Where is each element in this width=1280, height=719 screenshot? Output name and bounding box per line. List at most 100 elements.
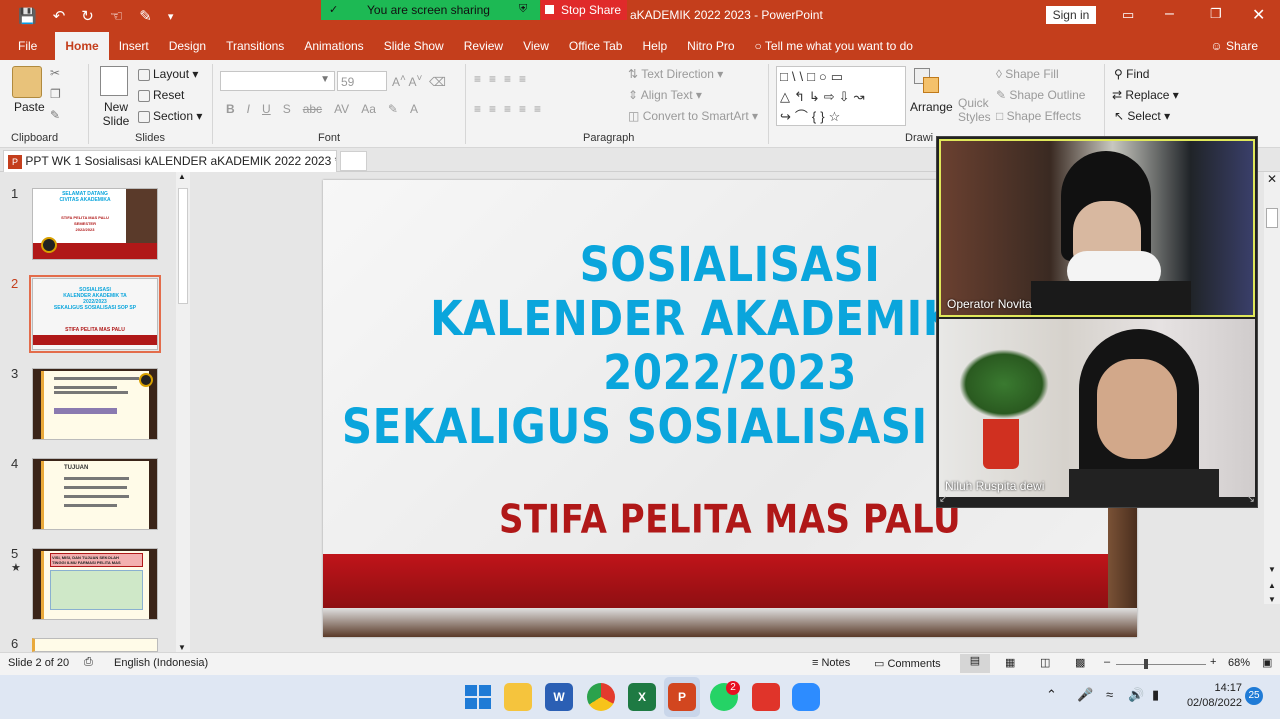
touch-icon[interactable]: ☜ [110,7,123,25]
pdf-app-icon[interactable] [752,683,780,711]
shape-effects-button[interactable]: □ Shape Effects [996,109,1081,123]
section-button[interactable]: Section ▾ [138,109,202,123]
underline-button[interactable]: U [262,102,271,116]
slide-thumbnail-1[interactable]: SELAMAT DATANG CIVITAS AKADEMIKA STIFA PE… [32,188,158,260]
maximize-icon[interactable]: ❐ [1210,6,1222,22]
font-size-input[interactable]: 59 [337,71,387,91]
tab-nitro-pro[interactable]: Nitro Pro [677,32,744,60]
slide-thumbnail-4[interactable]: TUJUAN [32,458,158,530]
change-case-button[interactable]: Aa [361,102,376,116]
slide-scrollbar[interactable]: ✕ ▼ ▲ ▼ [1264,172,1280,604]
shapes-gallery[interactable]: □\\□○▭ △↰↳⇨⇩↝ ↪⌒{}☆ [776,66,906,126]
font-name-input[interactable]: ▼ [220,71,335,91]
new-tab-button[interactable] [340,151,367,171]
start-icon[interactable] [463,683,491,711]
slide-thumbnail-6[interactable] [32,638,158,652]
zoom-out-icon[interactable]: – [1104,656,1110,668]
shape-outline-button[interactable]: ✎ Shape Outline [996,88,1085,102]
stop-share-button[interactable]: Stop Share [541,0,627,20]
find-button[interactable]: ⚲ Find [1114,67,1149,81]
ribbon-display-icon[interactable]: ▭ [1122,7,1134,23]
spacing-button[interactable]: AV [334,102,349,116]
bold-button[interactable]: B [226,102,235,116]
scroll-down-icon[interactable]: ▼ [1268,565,1276,574]
word-icon[interactable]: W [545,683,573,711]
shape-fill-button[interactable]: ◊ Shape Fill [996,67,1059,81]
quick-styles-button[interactable]: Quick Styles [958,96,991,124]
shadow-button[interactable]: S [283,102,291,116]
share-button[interactable]: ☺ Share [1200,32,1280,60]
align-text-button[interactable]: ⇕ Align Text ▾ [628,88,702,102]
minimize-icon[interactable]: – [1165,5,1174,23]
accessibility-icon[interactable]: ⎙ [84,656,93,669]
document-tab[interactable]: P PPT WK 1 Sosialisasi kALENDER aKADEMIK… [3,150,337,172]
thumbnail-scrollbar[interactable]: ▲ ▼ [176,172,190,652]
format-painter-icon[interactable]: ✎ [50,108,60,122]
new-slide-button[interactable]: New Slide [102,100,130,128]
reading-view-icon[interactable]: ◫ [1040,656,1050,669]
customize-icon[interactable]: ▾ [168,10,174,23]
tab-view[interactable]: View [513,32,559,60]
chrome-icon[interactable] [587,683,615,711]
volume-icon[interactable]: 🔊 [1128,687,1144,703]
excel-icon[interactable]: X [628,683,656,711]
resize-handle-icon[interactable]: ↙ [939,494,947,505]
battery-icon[interactable]: ▮ [1152,687,1159,703]
clock[interactable]: 14:17 02/08/2022 [1180,681,1242,711]
powerpoint-icon[interactable]: P [668,683,696,711]
close-icon[interactable]: ✕ [1252,5,1265,25]
zoom-icon[interactable] [792,683,820,711]
pen-icon[interactable]: ✎ [139,7,152,25]
zoom-slider-thumb[interactable] [1144,659,1148,669]
replace-button[interactable]: ⇄ Replace ▾ [1112,88,1179,102]
notification-center-badge[interactable]: 25 [1245,687,1263,705]
convert-smartart-button[interactable]: ◫ Convert to SmartArt ▾ [628,109,758,123]
close-pane-icon[interactable]: ✕ [1267,172,1277,186]
strikethrough-button[interactable]: abc [303,102,322,116]
previous-slide-icon[interactable]: ▲ [1268,581,1276,590]
layout-button[interactable]: Layout ▾ [138,67,198,81]
undo-icon[interactable]: ↶ [53,7,66,25]
video-tile[interactable]: Niluh Ruspita dewi [939,319,1255,497]
tell-me-box[interactable]: ○ Tell me what you want to do [745,32,923,60]
comments-button[interactable]: ▭ Comments [874,657,941,670]
zoom-level[interactable]: 68% [1228,657,1250,669]
tab-insert[interactable]: Insert [109,32,159,60]
sign-in-button[interactable]: Sign in [1046,6,1096,24]
tab-animations[interactable]: Animations [294,32,373,60]
new-slide-icon[interactable] [100,66,128,96]
font-color-button[interactable]: A [410,102,418,116]
slide-thumbnail-2[interactable]: SOSIALISASI KALENDER AKADEMIK TA 2022/20… [29,275,161,353]
tab-transitions[interactable]: Transitions [216,32,294,60]
scroll-up-icon[interactable]: ▲ [178,172,186,181]
save-icon[interactable]: 💾 [18,7,37,25]
italic-button[interactable]: I [247,102,250,116]
slide-sorter-icon[interactable]: ▦ [1005,656,1015,669]
slide-thumbnail-5[interactable]: VISI, MISI, DAN TUJUAN SEKOLAH TINGGI ILM… [32,548,158,620]
video-tile[interactable]: Operator Novita [939,139,1255,317]
highlight-icon[interactable]: ✎ [388,102,398,116]
tab-design[interactable]: Design [159,32,216,60]
tab-file[interactable]: File [0,32,55,60]
select-button[interactable]: ↖ Select ▾ [1114,109,1170,123]
resize-handle-icon[interactable]: ↘ [1247,494,1255,505]
slide-show-icon[interactable]: ▩ [1075,656,1085,669]
next-slide-icon[interactable]: ▼ [1268,595,1276,604]
tab-slide-show[interactable]: Slide Show [374,32,454,60]
alignment-buttons[interactable]: ≡≡≡≡≡ [474,102,549,116]
chevron-up-icon[interactable]: ⌃ [1046,687,1057,703]
zoom-slider[interactable] [1116,664,1206,665]
notes-button[interactable]: ≡ Notes [812,657,850,669]
cut-icon[interactable]: ✂ [50,66,60,80]
tab-help[interactable]: Help [632,32,677,60]
tab-home[interactable]: Home [55,32,109,60]
reset-button[interactable]: Reset [138,88,184,102]
paste-icon[interactable] [12,66,42,98]
wifi-icon[interactable]: ≈ [1106,687,1113,702]
text-direction-button[interactable]: ⇅ Text Direction ▾ [628,67,723,81]
slide-thumbnail-3[interactable] [32,368,158,440]
normal-view-icon[interactable]: ▤ [960,654,990,673]
zoom-in-icon[interactable]: + [1210,656,1216,668]
redo-icon[interactable]: ↻ [81,7,94,25]
tab-review[interactable]: Review [454,32,513,60]
